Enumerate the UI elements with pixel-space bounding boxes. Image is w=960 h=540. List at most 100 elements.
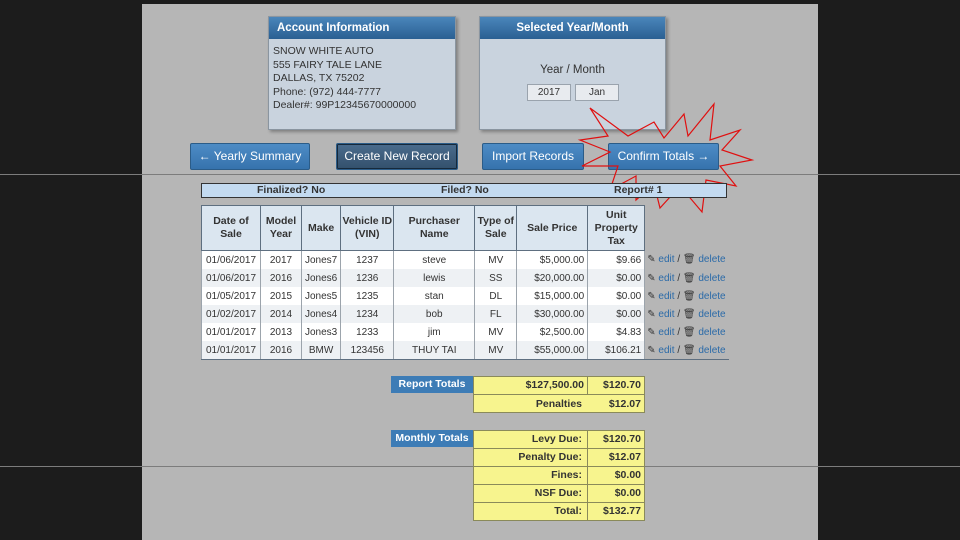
dealer-number: Dealer#: 99P12345670000000	[273, 99, 417, 111]
monthly-item-label: Fines:	[551, 469, 582, 481]
trash-icon[interactable]: 🗑	[683, 327, 696, 338]
dealer-phone: Phone: (972) 444-7777	[273, 85, 381, 98]
records-body: 01/06/2017 2017 Jones7 1237 steve MV $5,000.00…	[201, 250, 729, 360]
monthly-item-value: $120.70	[603, 433, 641, 445]
cell-vehicle-id: 1236	[340, 269, 395, 287]
delete-link[interactable]: delete	[698, 273, 725, 284]
table-row: 01/06/2017 2017 Jones7 1237 steve MV $5,000.00…	[201, 250, 729, 269]
cell-purchaser-name: THUY TAI	[393, 341, 476, 360]
col-purchaser-name: Purchaser Name	[393, 205, 476, 251]
cell-sale-price: $55,000.00	[516, 341, 589, 360]
monthly-item-label: Total:	[554, 505, 582, 517]
cell-type-of-sale: DL	[474, 287, 518, 305]
edit-link[interactable]: edit	[658, 345, 674, 356]
delete-link[interactable]: delete	[698, 291, 725, 302]
cell-model-year: 2016	[260, 269, 302, 287]
cell-unit-property-tax: $9.66	[587, 250, 646, 269]
row-actions: ✎ edit / 🗑 delete	[644, 305, 729, 323]
pencil-icon[interactable]: ✎	[647, 291, 655, 302]
action-separator: /	[677, 308, 681, 320]
trash-icon[interactable]: 🗑	[683, 291, 696, 302]
edit-link[interactable]: edit	[658, 254, 674, 265]
import-records-button[interactable]: Import Records	[482, 143, 584, 170]
cell-vehicle-id: 123456	[340, 341, 395, 360]
row-actions: ✎ edit / 🗑 delete	[644, 250, 729, 269]
pencil-icon[interactable]: ✎	[647, 309, 655, 320]
cell-purchaser-name: lewis	[393, 269, 476, 287]
row-actions: ✎ edit / 🗑 delete	[644, 341, 729, 360]
cell-type-of-sale: FL	[474, 305, 518, 323]
pencil-icon[interactable]: ✎	[647, 254, 655, 265]
monthly-item-label: NSF Due:	[534, 487, 582, 499]
cell-make: Jones6	[300, 269, 342, 287]
year-month-label: Year / Month	[540, 64, 605, 76]
pencil-icon[interactable]: ✎	[647, 273, 655, 284]
col-sale-price: Sale Price	[516, 205, 589, 251]
trash-icon[interactable]: 🗑	[683, 254, 696, 265]
trash-icon[interactable]: 🗑	[683, 273, 696, 284]
delete-link[interactable]: delete	[698, 254, 725, 265]
col-type-of-sale: Type of Sale	[474, 205, 518, 251]
cell-date-of-sale: 01/05/2017	[201, 287, 261, 305]
confirm-totals-button[interactable]: Confirm Totals →	[608, 143, 719, 170]
edit-link[interactable]: edit	[658, 309, 674, 320]
cell-model-year: 2013	[260, 323, 302, 341]
cell-sale-price: $2,500.00	[516, 323, 589, 341]
cell-vehicle-id: 1233	[340, 323, 395, 341]
create-new-record-button[interactable]: Create New Record	[336, 143, 458, 170]
monthly-item-value: $0.00	[614, 487, 641, 499]
cell-model-year: 2014	[260, 305, 302, 323]
record-status-bar: Finalized? No Filed? No Report# 1	[201, 183, 727, 198]
edit-link[interactable]: edit	[658, 273, 674, 284]
monthly-item-value: $12.07	[608, 451, 641, 463]
cell-type-of-sale: MV	[474, 250, 518, 269]
edit-link[interactable]: edit	[658, 291, 674, 302]
trash-icon[interactable]: 🗑	[683, 345, 696, 356]
finalized-status: Finalized? No	[257, 184, 326, 196]
col-make: Make	[300, 205, 342, 251]
cell-vehicle-id: 1234	[340, 305, 395, 323]
cell-date-of-sale: 01/02/2017	[201, 305, 261, 323]
cell-make: Jones3	[300, 323, 342, 341]
table-row: 01/05/2017 2015 Jones5 1235 stan DL $15,000.00…	[201, 287, 729, 305]
cell-date-of-sale: 01/06/2017	[201, 269, 261, 287]
monthly-item-label: Levy Due:	[531, 433, 582, 445]
action-separator: /	[677, 254, 681, 266]
edit-link[interactable]: edit	[658, 327, 674, 338]
cell-model-year: 2015	[260, 287, 302, 305]
cell-date-of-sale: 01/06/2017	[201, 250, 261, 269]
cell-purchaser-name: jim	[393, 323, 476, 341]
cell-sale-price: $30,000.00	[516, 305, 589, 323]
dealer-city: DALLAS, TX 75202	[273, 72, 365, 84]
cell-vehicle-id: 1237	[340, 250, 395, 269]
pencil-icon[interactable]: ✎	[647, 327, 655, 338]
table-row: 01/06/2017 2016 Jones6 1236 lewis SS $20,000.0…	[201, 269, 729, 287]
cell-unit-property-tax: $0.00	[587, 269, 646, 287]
dealer-name: SNOW WHITE AUTO	[273, 45, 374, 57]
delete-link[interactable]: delete	[698, 327, 725, 338]
monthly-item-value: $0.00	[614, 469, 641, 481]
col-model-year: Model Year	[260, 205, 302, 251]
cell-make: Jones4	[300, 305, 342, 323]
pencil-icon[interactable]: ✎	[647, 345, 655, 356]
cell-make: Jones7	[300, 250, 342, 269]
year-month-title: Selected Year/Month	[480, 17, 665, 39]
cell-purchaser-name: bob	[393, 305, 476, 323]
yearly-summary-button[interactable]: ← Yearly Summary	[190, 143, 310, 170]
cell-make: BMW	[300, 341, 342, 360]
year-select[interactable]: 2017	[527, 84, 571, 101]
action-separator: /	[677, 326, 681, 338]
table-row: 01/02/2017 2014 Jones4 1234 bob FL $30,000.00 $…	[201, 305, 729, 323]
action-separator: /	[677, 290, 681, 302]
trash-icon[interactable]: 🗑	[683, 309, 696, 320]
cell-vehicle-id: 1235	[340, 287, 395, 305]
penalties-value: $12.07	[608, 398, 641, 410]
delete-link[interactable]: delete	[698, 309, 725, 320]
delete-link[interactable]: delete	[698, 345, 725, 356]
cell-unit-property-tax: $4.83	[587, 323, 646, 341]
report-number: Report# 1	[614, 184, 663, 196]
month-select[interactable]: Jan	[575, 84, 619, 101]
col-vehicle-id: Vehicle ID (VIN)	[340, 205, 395, 251]
cell-type-of-sale: MV	[474, 341, 518, 360]
monthly-totals-divider	[587, 430, 588, 520]
